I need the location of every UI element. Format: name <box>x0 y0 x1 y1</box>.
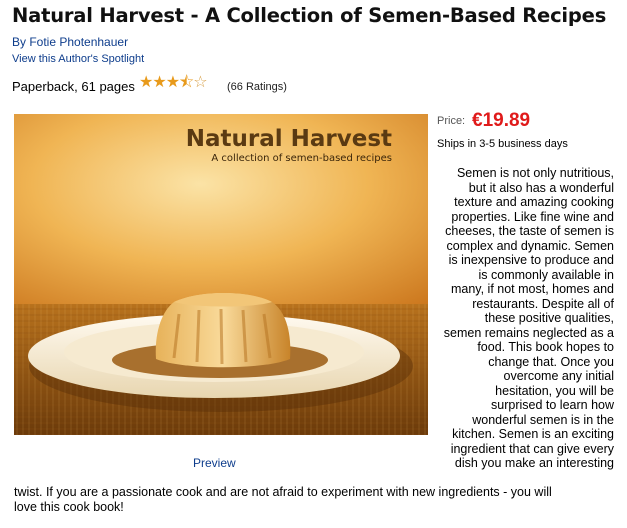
star-full-icon: ★ <box>152 74 166 91</box>
star-full-icon: ★ <box>165 74 180 91</box>
book-cover-image[interactable]: Natural Harvest A collection of semen-ba… <box>14 114 428 435</box>
format-info: Paperback, 61 pages <box>12 79 135 94</box>
description-text-continued: twist. If you are a passionate cook and … <box>14 485 552 514</box>
price-label: Price: <box>437 115 466 127</box>
star-empty-icon: ☆ <box>193 74 207 91</box>
price-value: €19.89 <box>472 110 531 131</box>
star-half-icon: ⯪ <box>179 74 194 91</box>
author-spotlight-link[interactable]: View this Author's Spotlight <box>12 53 144 65</box>
rating-stars[interactable]: ★★★⯪☆ <box>139 74 208 92</box>
author-link[interactable]: By Fotie Photenhauer <box>12 35 128 49</box>
ratings-count: (66 Ratings) <box>227 81 287 93</box>
shipping-info: Ships in 3-5 business days <box>437 138 568 150</box>
description-text: Semen is not only nutritious, but it als… <box>443 166 614 470</box>
cover-title: Natural Harvest <box>186 126 392 152</box>
product-title: Natural Harvest - A Collection of Semen-… <box>12 4 607 27</box>
star-full-icon: ★ <box>139 74 153 91</box>
preview-link[interactable]: Preview <box>193 456 236 470</box>
cover-subtitle: A collection of semen-based recipes <box>211 153 392 164</box>
